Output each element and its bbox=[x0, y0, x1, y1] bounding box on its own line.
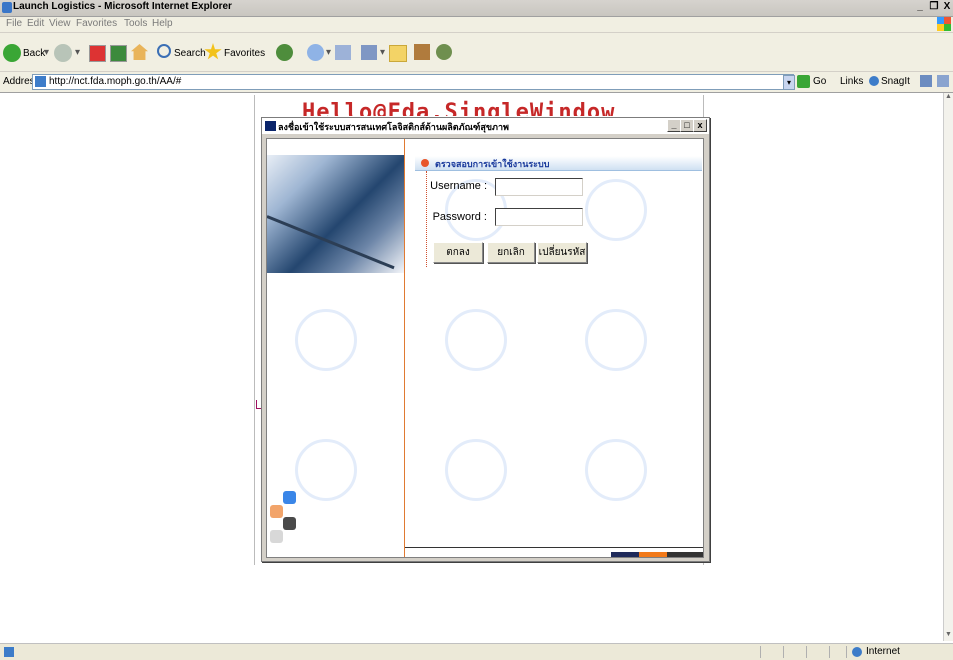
edit-icon[interactable] bbox=[389, 45, 407, 62]
address-url: http://nct.fda.moph.go.th/AA/# bbox=[49, 76, 182, 87]
watermark-logo-icon bbox=[295, 309, 357, 371]
login-section-title: ตรวจสอบการเข้าใช้งานระบบ bbox=[435, 159, 550, 169]
home-icon[interactable] bbox=[131, 44, 148, 60]
minimize-button[interactable]: _ bbox=[914, 1, 926, 13]
page-header-text: Hello@Fda.SingleWindow bbox=[302, 100, 616, 116]
watermark-logo-icon bbox=[445, 309, 507, 371]
status-bar: Internet bbox=[0, 643, 953, 660]
favorites-star-icon[interactable] bbox=[204, 43, 222, 60]
media-icon[interactable] bbox=[276, 44, 293, 61]
forward-arrow-icon[interactable] bbox=[54, 44, 72, 62]
dialog-app-icon bbox=[265, 121, 276, 131]
back-button-label[interactable]: Back bbox=[23, 48, 45, 59]
decor-square-gray bbox=[270, 530, 283, 543]
password-label: Password : bbox=[432, 211, 487, 223]
menu-tools[interactable]: Tools bbox=[124, 18, 147, 29]
watermark-logo-icon bbox=[585, 179, 647, 241]
dialog-maximize-button[interactable]: □ bbox=[680, 119, 694, 132]
address-dropdown-button[interactable]: ▾ bbox=[783, 75, 795, 90]
username-label: Username : bbox=[430, 180, 487, 192]
status-separator bbox=[760, 646, 761, 658]
menu-bar: File Edit View Favorites Tools Help bbox=[0, 17, 953, 33]
search-icon[interactable] bbox=[157, 44, 171, 58]
forward-dropdown-icon[interactable]: ▾ bbox=[75, 47, 80, 58]
section-bullet-icon bbox=[421, 159, 429, 167]
watermark-logo-icon bbox=[585, 309, 647, 371]
snagit-icon[interactable] bbox=[869, 76, 879, 86]
status-separator bbox=[783, 646, 784, 658]
menu-file[interactable]: File bbox=[6, 18, 22, 29]
dialog-title-bar: ลงชื่อเข้าใช้ระบบสารสนเทศโลจิสติกส์ด้านผ… bbox=[262, 118, 709, 134]
username-input[interactable] bbox=[495, 178, 583, 196]
mail-icon[interactable] bbox=[335, 45, 351, 60]
status-separator bbox=[829, 646, 830, 658]
links-label[interactable]: Links bbox=[840, 76, 863, 87]
ok-button[interactable]: ตกลง bbox=[433, 242, 483, 263]
menu-view[interactable]: View bbox=[49, 18, 71, 29]
dialog-right-panel: ตรวจสอบการเข้าใช้งานระบบ Username : Pass… bbox=[295, 139, 703, 557]
status-separator bbox=[806, 646, 807, 658]
dialog-title: ลงชื่อเข้าใช้ระบบสารสนเทศโลจิสติกส์ด้านผ… bbox=[278, 122, 509, 132]
address-input[interactable]: http://nct.fda.moph.go.th/AA/# bbox=[32, 74, 794, 90]
security-zone-label: Internet bbox=[866, 646, 900, 657]
page-scrollbar[interactable]: ▲ ▼ bbox=[943, 93, 953, 641]
history-icon[interactable] bbox=[307, 44, 324, 61]
snagit-capture-icon[interactable] bbox=[920, 75, 932, 87]
watermark-logo-icon bbox=[445, 439, 507, 501]
menu-help[interactable]: Help bbox=[152, 18, 173, 29]
search-button-label[interactable]: Search bbox=[174, 48, 206, 59]
footer-block-navy bbox=[611, 552, 639, 557]
decor-square-blue bbox=[283, 491, 296, 504]
internet-zone-icon bbox=[852, 647, 862, 657]
login-section-header: ตรวจสอบการเข้าใช้งานระบบ bbox=[415, 156, 702, 171]
decorative-photo bbox=[267, 155, 404, 273]
research-icon[interactable] bbox=[414, 44, 430, 60]
decor-square-orange bbox=[270, 505, 283, 518]
dialog-close-button[interactable]: x bbox=[693, 119, 707, 132]
dialog-minimize-button[interactable]: _ bbox=[667, 119, 681, 132]
password-input[interactable] bbox=[495, 208, 583, 226]
decor-square-dark bbox=[283, 517, 296, 530]
scroll-up-icon[interactable]: ▲ bbox=[944, 93, 953, 103]
go-button-label[interactable]: Go bbox=[813, 76, 826, 87]
refresh-icon[interactable] bbox=[110, 45, 127, 62]
print-icon[interactable] bbox=[361, 45, 377, 60]
scroll-down-icon[interactable]: ▼ bbox=[944, 631, 953, 641]
footer-strip bbox=[405, 552, 703, 557]
menu-favorites[interactable]: Favorites bbox=[76, 18, 117, 29]
footer-block-dark bbox=[667, 552, 703, 557]
page-icon bbox=[35, 76, 46, 87]
change-password-button[interactable]: เปลี่ยนรหัส bbox=[537, 242, 587, 263]
print-dropdown-icon[interactable]: ▾ bbox=[380, 47, 385, 58]
messenger-icon[interactable] bbox=[436, 44, 452, 60]
cancel-button[interactable]: ยกเลิก bbox=[487, 242, 535, 263]
watermark-logo-icon bbox=[295, 439, 357, 501]
footer-line bbox=[405, 547, 703, 548]
address-bar: Address http://nct.fda.moph.go.th/AA/# ▾… bbox=[0, 72, 953, 93]
snagit-label[interactable]: SnagIt bbox=[881, 76, 910, 87]
close-button[interactable]: X bbox=[942, 1, 952, 13]
watermark-logo-icon bbox=[585, 439, 647, 501]
standard-toolbar: Back ▾ ▾ Search Favorites ▾ ▾ bbox=[0, 33, 953, 72]
maximize-button[interactable]: ❐ bbox=[928, 1, 940, 13]
history-dropdown-icon[interactable]: ▾ bbox=[326, 47, 331, 58]
favorites-button-label[interactable]: Favorites bbox=[224, 48, 265, 59]
login-dialog: ลงชื่อเข้าใช้ระบบสารสนเทศโลจิสติกส์ด้านผ… bbox=[261, 117, 710, 562]
stop-icon[interactable] bbox=[89, 45, 106, 62]
status-page-icon bbox=[4, 647, 14, 657]
snagit-window-icon[interactable] bbox=[937, 75, 949, 87]
ie-app-icon bbox=[2, 2, 12, 13]
dialog-body: ตรวจสอบการเข้าใช้งานระบบ Username : Pass… bbox=[266, 138, 704, 558]
menu-edit[interactable]: Edit bbox=[27, 18, 44, 29]
footer-block-orange bbox=[639, 552, 667, 557]
back-arrow-icon[interactable] bbox=[3, 44, 21, 62]
browser-title-bar: Launch Logistics - Microsoft Internet Ex… bbox=[0, 0, 953, 17]
dotted-divider bbox=[426, 171, 427, 267]
browser-window-title: Launch Logistics - Microsoft Internet Ex… bbox=[13, 1, 232, 12]
go-arrow-icon[interactable] bbox=[797, 75, 810, 88]
status-separator bbox=[846, 646, 847, 658]
windows-logo-icon bbox=[937, 17, 951, 31]
back-dropdown-icon[interactable]: ▾ bbox=[44, 47, 49, 58]
